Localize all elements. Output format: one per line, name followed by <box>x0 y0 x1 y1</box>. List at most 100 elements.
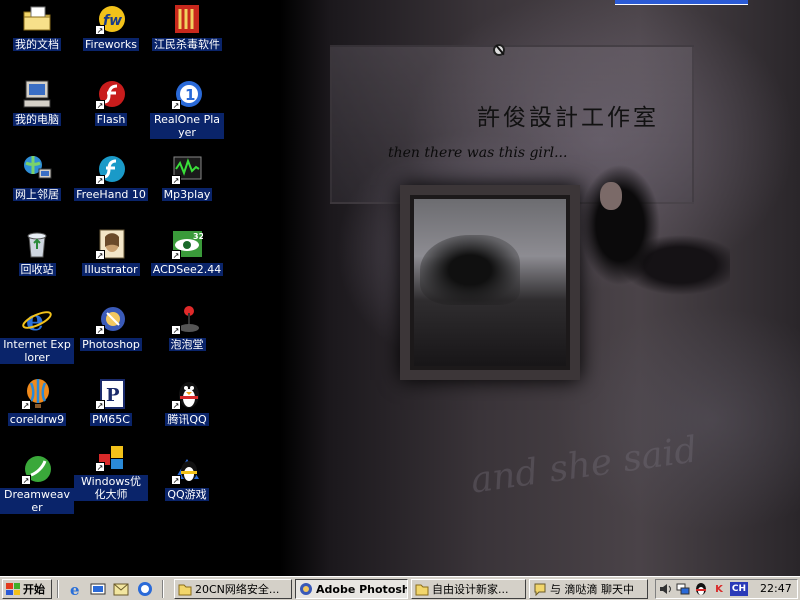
illustrator-icon: ↗ <box>95 228 127 260</box>
network-tray-icon[interactable] <box>676 582 690 596</box>
clock[interactable]: 22:47 <box>760 582 792 595</box>
task-button-qq-chat[interactable]: 与 滴哒滴 聊天中 <box>529 579 648 599</box>
quicklaunch-show-desktop-icon[interactable] <box>90 581 106 597</box>
computer-icon <box>21 78 53 110</box>
desktop-icon-coreldrw9[interactable]: ↗ coreldrw9 <box>0 378 74 426</box>
start-label: 开始 <box>23 583 45 596</box>
shortcut-arrow-icon: ↗ <box>95 175 105 185</box>
task-label: 与 滴哒滴 聊天中 <box>550 583 634 596</box>
desktop-icon-photoshop[interactable]: ↗ Photoshop <box>74 303 148 351</box>
desktop-icon-network-places[interactable]: 网上邻居 <box>0 153 74 201</box>
shortcut-arrow-icon: ↗ <box>95 100 105 110</box>
realone-icon: 1 ↗ <box>171 78 203 110</box>
taskbar-separator <box>57 580 59 598</box>
desktop-icon-recycle-bin[interactable]: 回收站 <box>0 228 74 276</box>
folder-documents-icon <box>21 3 53 35</box>
freehand-icon: ↗ <box>95 153 127 185</box>
shortcut-arrow-icon: ↗ <box>21 400 31 410</box>
qq-tray-icon[interactable] <box>694 582 708 596</box>
desktop-icon-qq-games[interactable]: ↗ QQ游戏 <box>150 453 224 501</box>
desktop-icon-qq[interactable]: ↗ 腾讯QQ <box>150 378 224 426</box>
icon-label: ACDSee2.44 <box>150 263 224 276</box>
icon-label: 泡泡堂 <box>168 338 206 351</box>
desktop-icon-flash[interactable]: ↗ Flash <box>74 78 148 126</box>
wallpaper-picture-frame <box>400 185 580 380</box>
shortcut-arrow-icon: ↗ <box>171 175 181 185</box>
svg-text:e: e <box>70 581 80 597</box>
taskbar-separator <box>162 580 164 598</box>
input-method-indicator[interactable]: CH <box>730 582 748 596</box>
quicklaunch-media-icon[interactable] <box>137 581 153 597</box>
task-label: Adobe Photoshop <box>316 582 407 596</box>
desktop-icon-freehand[interactable]: ↗ FreeHand 10 <box>74 153 148 201</box>
desktop-icon-mp3play[interactable]: ↗ Mp3play <box>150 153 224 201</box>
icon-label: Flash <box>94 113 128 126</box>
shortcut-arrow-icon: ↗ <box>21 475 31 485</box>
desktop-icon-internet-explorer[interactable]: e Internet Explorer <box>0 303 74 364</box>
shortcut-arrow-icon: ↗ <box>171 325 181 335</box>
quicklaunch-ie-icon[interactable]: e <box>68 581 84 597</box>
antivirus-icon <box>171 3 203 35</box>
qq-chat-icon <box>533 582 547 596</box>
penguin-games-icon: ↗ <box>171 453 203 485</box>
system-tray: K CH 22:47 <box>655 579 798 599</box>
desktop-icon-windows-optimizer[interactable]: ↗ Windows优化大师 <box>74 440 148 501</box>
desktop-icon-illustrator[interactable]: ↗ Illustrator <box>74 228 148 276</box>
shortcut-arrow-icon: ↗ <box>95 250 105 260</box>
desktop-icon-my-computer[interactable]: 我的电脑 <box>0 78 74 126</box>
flash-icon: ↗ <box>95 78 127 110</box>
wallpaper-subtitle: then there was this girl... <box>388 145 568 161</box>
task-button-20cn[interactable]: 20CN网络安全... <box>174 579 292 599</box>
internet-explorer-icon: e <box>21 303 53 337</box>
svg-text:1: 1 <box>185 86 195 104</box>
quicklaunch-outlook-icon[interactable] <box>113 581 129 597</box>
cubes-icon: ↗ <box>95 440 127 472</box>
icon-label: Internet Explorer <box>0 338 74 364</box>
shortcut-arrow-icon: ↗ <box>171 475 181 485</box>
desktop-icon-acdsee[interactable]: 32 ↗ ACDSee2.44 <box>150 228 224 276</box>
recycle-bin-icon <box>21 228 53 260</box>
icon-label: PM65C <box>90 413 132 426</box>
shortcut-arrow-icon: ↗ <box>171 400 181 410</box>
windows-logo-icon <box>6 583 20 595</box>
shortcut-arrow-icon: ↗ <box>171 100 181 110</box>
shortcut-arrow-icon: ↗ <box>95 400 105 410</box>
icon-label: 回收站 <box>18 263 56 276</box>
folder-icon <box>415 582 429 596</box>
icon-label: QQ游戏 <box>165 488 209 501</box>
balloon-icon: ↗ <box>21 378 53 410</box>
shortcut-arrow-icon: ↗ <box>95 25 105 35</box>
joystick-icon: ↗ <box>171 303 203 335</box>
task-label: 自由设计新家... <box>432 583 509 596</box>
icon-label: 腾讯QQ <box>165 413 209 426</box>
desktop-icon-jiangmin-antivirus[interactable]: 江民杀毒软件 <box>150 3 224 51</box>
shortcut-arrow-icon: ↗ <box>95 462 105 472</box>
desktop-icon-my-documents[interactable]: 我的文档 <box>0 3 74 51</box>
penguin-icon: ↗ <box>171 378 203 410</box>
kingsoft-icon[interactable]: K <box>712 582 726 596</box>
speaker-icon[interactable] <box>658 582 672 596</box>
network-icon <box>21 153 53 185</box>
icon-label: 网上邻居 <box>13 188 61 201</box>
svg-text:32: 32 <box>193 232 203 241</box>
icon-label: 江民杀毒软件 <box>152 38 222 51</box>
shortcut-arrow-icon: ↗ <box>95 325 105 335</box>
desktop-icon-paopaotang[interactable]: ↗ 泡泡堂 <box>150 303 224 351</box>
icon-label: RealOne Player <box>150 113 224 139</box>
task-button-design-home[interactable]: 自由设计新家... <box>411 579 526 599</box>
desktop-icon-fireworks[interactable]: fw ↗ Fireworks <box>74 3 148 51</box>
desktop-icon-pm65c[interactable]: P ↗ PM65C <box>74 378 148 426</box>
icon-label: Illustrator <box>82 263 140 276</box>
icon-label: 我的电脑 <box>13 113 61 126</box>
start-button[interactable]: 开始 <box>2 579 52 599</box>
task-button-photoshop[interactable]: Adobe Photoshop <box>295 579 408 599</box>
svg-text:fw: fw <box>103 13 122 29</box>
photoshop-icon: ↗ <box>95 303 127 335</box>
desktop-icon-dreamweaver[interactable]: ↗ Dreamweaver <box>0 453 74 514</box>
icon-label: Mp3play <box>161 188 213 201</box>
icon-label: Photoshop <box>80 338 142 351</box>
oscilloscope-icon: ↗ <box>171 153 203 185</box>
photoshop-icon <box>299 582 313 596</box>
icon-label: Fireworks <box>83 38 139 51</box>
desktop-icon-realone[interactable]: 1 ↗ RealOne Player <box>150 78 224 139</box>
